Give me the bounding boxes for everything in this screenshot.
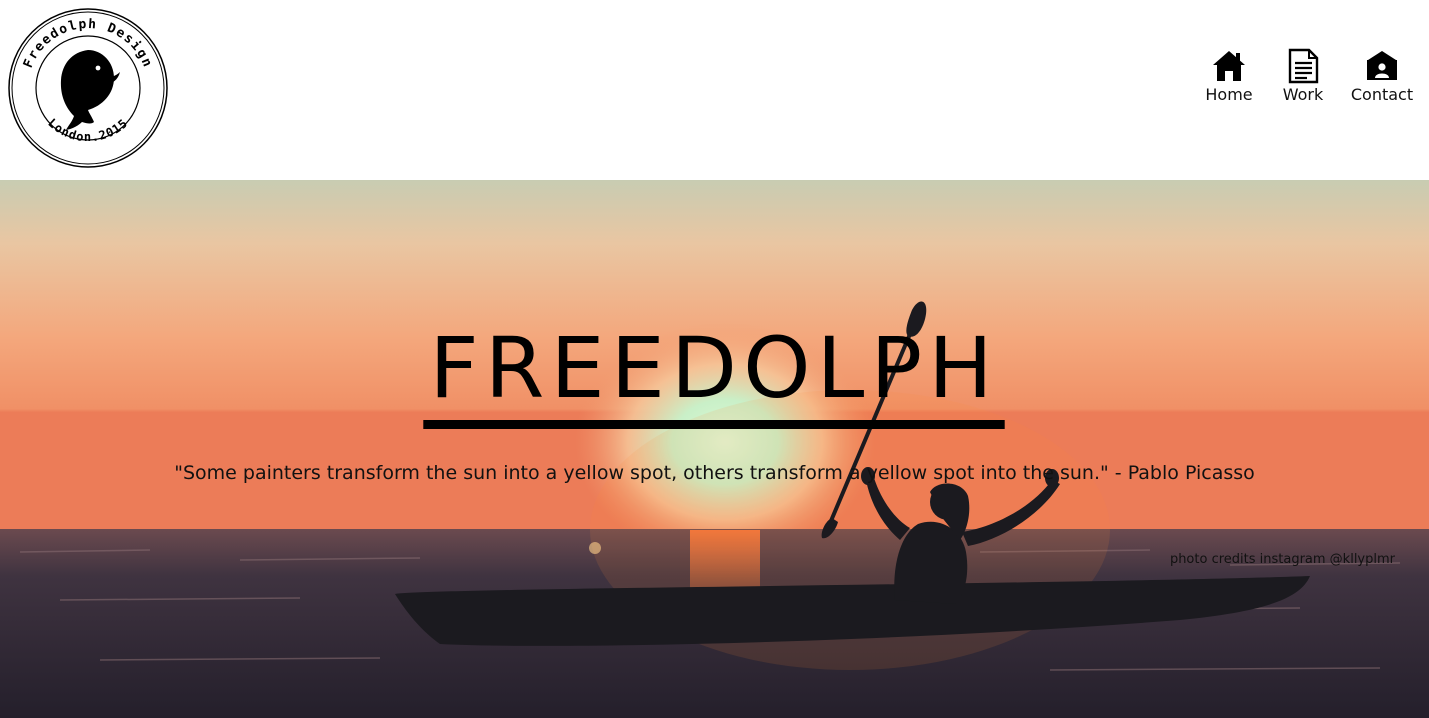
hero-banner: FREEDOLPH "Some painters transform the s…: [0, 180, 1429, 718]
photo-credits: photo credits instagram @kllyplmr: [1169, 552, 1395, 567]
nav-home[interactable]: Home: [1199, 48, 1259, 104]
hero-quote: "Some painters transform the sun into a …: [174, 462, 1255, 484]
nav-home-label: Home: [1205, 85, 1253, 104]
brand-title: FREEDOLPH: [423, 326, 1006, 429]
brand-title-container: FREEDOLPH: [0, 326, 1429, 429]
nav-work[interactable]: Work: [1275, 48, 1331, 104]
document-icon: [1288, 48, 1319, 84]
fish-icon: [60, 50, 120, 130]
freedolph-logo[interactable]: Freedolph Design London.2015: [6, 6, 170, 170]
nav-contact-label: Contact: [1350, 85, 1414, 104]
contact-card-icon: [1367, 51, 1397, 80]
site-header: Freedolph Design London.2015 Home Work C…: [0, 0, 1429, 180]
nav-work-label: Work: [1282, 85, 1324, 104]
home-icon: [1213, 51, 1245, 81]
nav-contact[interactable]: Contact: [1349, 48, 1415, 104]
hero-background-image: [0, 180, 1429, 718]
